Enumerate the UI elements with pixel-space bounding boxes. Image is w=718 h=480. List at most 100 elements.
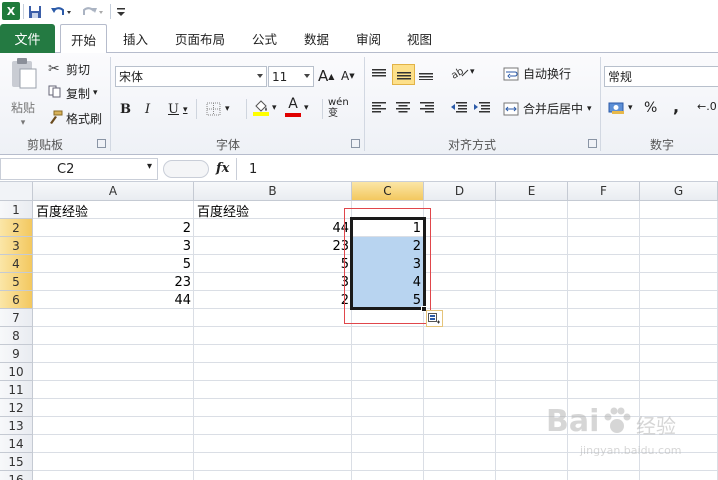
row-header-14[interactable]: 14 <box>0 435 33 453</box>
tab-file[interactable]: 文件 <box>0 24 55 53</box>
font-name-combo[interactable]: 宋体 <box>115 66 267 87</box>
phonetic-button[interactable]: wén 变 <box>328 97 358 119</box>
cell-a3[interactable]: 3 <box>34 237 193 255</box>
cell-a2[interactable]: 2 <box>34 219 193 237</box>
cell-b1[interactable]: 百度经验 <box>195 201 351 220</box>
alignment-launcher-icon[interactable] <box>588 139 597 148</box>
row-header-2[interactable]: 2 <box>0 219 33 237</box>
select-all-corner[interactable] <box>0 182 33 201</box>
paste-button[interactable]: 粘贴 ▾ <box>6 57 40 131</box>
row-header-3[interactable]: 3 <box>0 237 33 255</box>
tab-home[interactable]: 开始 <box>60 24 107 54</box>
cut-button[interactable]: ✂ 剪切 <box>48 59 90 79</box>
font-color-button[interactable]: A ▾ <box>285 97 309 117</box>
tab-formulas[interactable]: 公式 <box>242 24 287 53</box>
row-header-7[interactable]: 7 <box>0 309 33 327</box>
gridline <box>495 201 496 480</box>
orientation-button[interactable]: ab ▾ <box>450 65 475 79</box>
formula-bar-resize-handle[interactable] <box>163 160 209 178</box>
row-header-5[interactable]: 5 <box>0 273 33 291</box>
format-painter-button[interactable]: 格式刷 <box>48 108 102 128</box>
cell-b4[interactable]: 5 <box>195 255 351 273</box>
column-header-f[interactable]: F <box>568 182 640 201</box>
group-separator <box>110 57 111 151</box>
wrap-text-button[interactable]: 自动换行 <box>503 65 571 82</box>
column-header-e[interactable]: E <box>496 182 568 201</box>
row-header-11[interactable]: 11 <box>0 381 33 399</box>
percent-style-button[interactable]: % <box>644 100 657 116</box>
column-header-a[interactable]: A <box>33 182 194 201</box>
comma-style-button[interactable]: , <box>673 97 679 116</box>
customize-qat-icon[interactable] <box>115 3 127 20</box>
row-header-6[interactable]: 6 <box>0 291 33 309</box>
chevron-down-icon[interactable]: ▾ <box>147 161 152 172</box>
copy-button[interactable]: 复制 ▾ <box>48 83 98 103</box>
align-middle-button[interactable] <box>392 64 415 85</box>
row-header-8[interactable]: 8 <box>0 327 33 345</box>
align-center-button[interactable] <box>396 101 414 113</box>
redo-icon[interactable] <box>80 3 106 20</box>
accounting-format-button[interactable]: ▾ <box>608 101 633 115</box>
auto-fill-options-button[interactable] <box>426 310 443 327</box>
cell-a6[interactable]: 44 <box>34 291 193 309</box>
tab-insert[interactable]: 插入 <box>113 24 158 53</box>
qat-separator <box>110 4 111 19</box>
font-launcher-icon[interactable] <box>351 139 360 148</box>
row-header-16[interactable]: 16 <box>0 471 33 480</box>
insert-function-button[interactable]: fx <box>216 161 229 176</box>
italic-button[interactable]: I <box>145 102 150 117</box>
row-header-15[interactable]: 15 <box>0 453 33 471</box>
worksheet-grid[interactable]: A B C D E F G 1 2 3 4 5 6 7 8 9 10 11 12… <box>0 182 718 480</box>
column-header-d[interactable]: D <box>424 182 496 201</box>
save-icon[interactable] <box>27 3 43 20</box>
cell-a4[interactable]: 5 <box>34 255 193 273</box>
formula-input[interactable]: 1 <box>236 158 718 180</box>
row-header-4[interactable]: 4 <box>0 255 33 273</box>
column-header-g[interactable]: G <box>640 182 718 201</box>
format-painter-label: 格式刷 <box>66 111 103 126</box>
align-bottom-button[interactable] <box>419 65 437 83</box>
name-box[interactable]: C2 ▾ <box>0 158 158 180</box>
row-header-12[interactable]: 12 <box>0 399 33 417</box>
shrink-font-button[interactable]: A ▼ <box>341 69 355 83</box>
merge-center-button[interactable]: 合并后居中 ▾ <box>503 100 592 117</box>
cell-a1[interactable]: 百度经验 <box>34 201 193 220</box>
column-header-b[interactable]: B <box>194 182 352 201</box>
grow-font-button[interactable]: A ▲ <box>318 67 334 85</box>
cell-b6[interactable]: 2 <box>195 291 351 309</box>
tab-page-layout[interactable]: 页面布局 <box>167 24 233 53</box>
row-header-10[interactable]: 10 <box>0 363 33 381</box>
paint-bucket-icon <box>253 100 269 116</box>
tab-view[interactable]: 视图 <box>397 24 442 53</box>
underline-button[interactable]: U ▾ <box>168 102 188 117</box>
increase-indent-button[interactable] <box>474 101 492 113</box>
cell-a5[interactable]: 23 <box>34 273 193 291</box>
align-right-button[interactable] <box>420 101 438 113</box>
undo-icon[interactable] <box>48 3 74 20</box>
cell-b3[interactable]: 23 <box>195 237 351 255</box>
excel-app-icon[interactable]: X <box>2 2 20 20</box>
chevron-down-icon: ▾ <box>304 102 309 113</box>
number-format-combo[interactable]: 常规 <box>604 66 718 87</box>
decrease-indent-button[interactable] <box>451 101 469 113</box>
clipboard-launcher-icon[interactable] <box>97 139 106 148</box>
watermark-brand-suffix: 经验 <box>636 414 676 438</box>
tab-review[interactable]: 审阅 <box>346 24 391 53</box>
row-header-1[interactable]: 1 <box>0 201 33 219</box>
increase-decimal-button[interactable]: ←.0 <box>697 100 717 113</box>
row-header-13[interactable]: 13 <box>0 417 33 435</box>
font-size-combo[interactable]: 11 <box>268 66 314 87</box>
cell-b5[interactable]: 3 <box>195 273 351 291</box>
column-header-c[interactable]: C <box>352 182 424 201</box>
bold-button[interactable]: B <box>120 102 131 117</box>
align-center-icon <box>396 102 410 113</box>
borders-button[interactable]: ▾ <box>206 102 230 116</box>
cell-b2[interactable]: 44 <box>195 219 351 237</box>
scissors-icon: ✂ <box>48 61 60 77</box>
align-top-button[interactable] <box>372 65 390 83</box>
tab-data[interactable]: 数据 <box>294 24 339 53</box>
alignment-group-label: 对齐方式 <box>448 138 497 152</box>
row-header-9[interactable]: 9 <box>0 345 33 363</box>
fill-color-button[interactable]: ▾ <box>253 100 277 116</box>
align-left-button[interactable] <box>372 101 390 113</box>
